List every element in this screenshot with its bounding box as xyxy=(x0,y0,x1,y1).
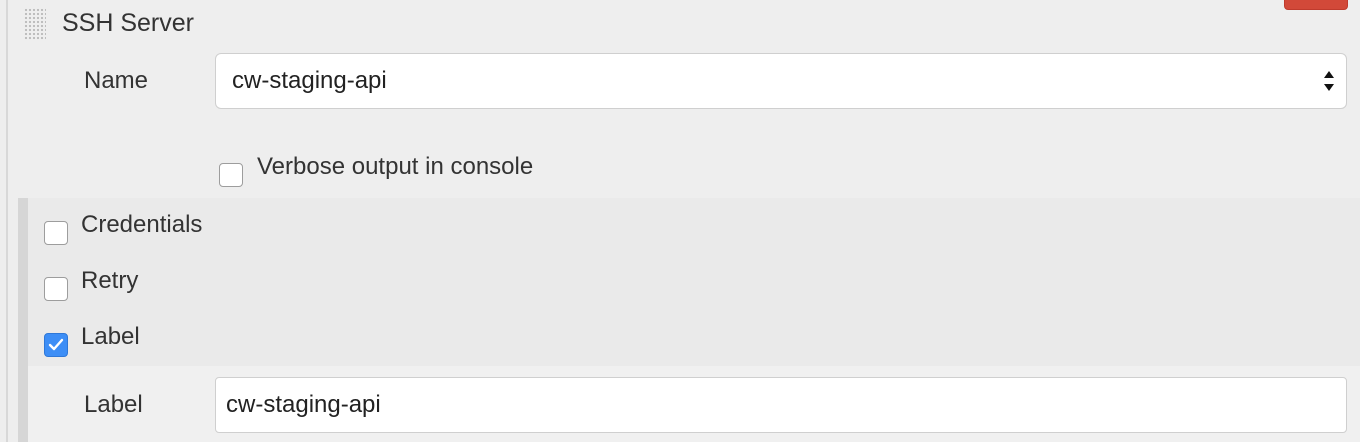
section-title: SSH Server xyxy=(62,9,194,37)
label-option-label: Label xyxy=(81,323,140,350)
checkmark-icon xyxy=(48,338,64,351)
name-select[interactable]: cw-staging-api xyxy=(215,53,1347,109)
name-select-value: cw-staging-api xyxy=(232,67,387,94)
credentials-checkbox[interactable] xyxy=(44,221,68,245)
credentials-label: Credentials xyxy=(81,211,203,238)
verbose-checkbox[interactable] xyxy=(219,163,243,187)
name-label: Name xyxy=(84,67,149,94)
label-input[interactable] xyxy=(215,377,1347,433)
drag-handle-icon[interactable] xyxy=(24,8,46,40)
verbose-label: Verbose output in console xyxy=(257,153,534,180)
label-checkbox[interactable] xyxy=(44,333,68,357)
label-field-label: Label xyxy=(84,391,143,418)
retry-checkbox[interactable] xyxy=(44,277,68,301)
delete-button[interactable] xyxy=(1284,0,1348,10)
select-arrows-icon xyxy=(1324,71,1334,91)
outer-panel-border xyxy=(6,0,8,442)
retry-label: Retry xyxy=(81,267,139,294)
